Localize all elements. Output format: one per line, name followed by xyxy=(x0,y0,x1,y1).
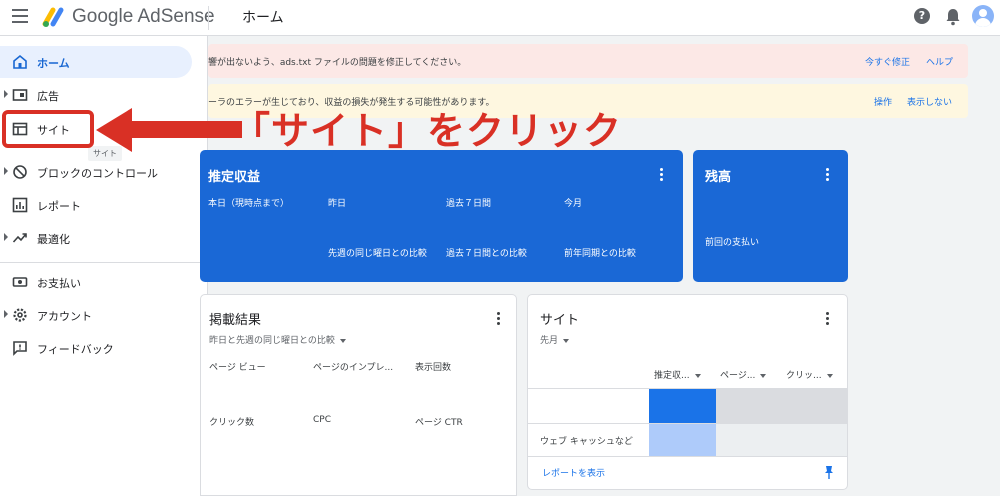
banner-message: 響が出ないよう、ads.txt ファイルの問題を修正してください。 xyxy=(208,58,467,68)
more-options-icon[interactable] xyxy=(497,312,501,326)
dropdown-arrow-icon xyxy=(339,338,346,343)
column-header-label: ページ... xyxy=(720,371,756,381)
notifications-bell-icon[interactable] xyxy=(945,8,961,26)
earnings-col-yesterday: 昨日 xyxy=(328,199,347,209)
expand-caret-icon[interactable] xyxy=(4,310,8,318)
sort-arrow-icon xyxy=(694,373,701,378)
action-link[interactable]: 操作 xyxy=(874,95,892,108)
last-payment-label: 前回の支払い xyxy=(705,238,760,248)
expand-caret-icon[interactable] xyxy=(4,167,8,175)
dropdown-arrow-icon xyxy=(563,338,570,343)
expand-caret-icon[interactable] xyxy=(4,90,8,98)
top-app-bar: Google AdSense ホーム ? xyxy=(0,0,1000,36)
sidebar-item-label: 最適化 xyxy=(37,233,70,246)
page-title: ホーム xyxy=(242,10,284,26)
earnings-compare-yesterday: 先週の同じ曜日との比較 xyxy=(328,249,427,259)
column-header-page[interactable]: ページ... xyxy=(720,368,767,381)
heatmap-cell xyxy=(716,389,847,423)
report-icon xyxy=(12,197,28,213)
fix-now-link[interactable]: 今すぐ修正 xyxy=(865,55,910,68)
row-label-web-cache: ウェブ キャッシュなど xyxy=(540,437,633,447)
metric-page-ctr: ページ CTR xyxy=(415,418,463,428)
help-link[interactable]: ヘルプ xyxy=(926,55,953,68)
header-divider xyxy=(208,6,209,30)
earnings-col-month: 今月 xyxy=(564,199,583,209)
ads-txt-warning-banner: 響が出ないよう、ads.txt ファイルの問題を修正してください。 今すぐ修正 … xyxy=(208,44,968,78)
heatmap-cell xyxy=(716,424,847,456)
metric-page-views: ページ ビュー xyxy=(209,363,266,373)
heatmap-cell xyxy=(649,389,716,423)
sidebar-item-label: 広告 xyxy=(37,90,59,103)
sidebar-divider xyxy=(0,262,208,263)
performance-card: 掲載結果 昨日と先週の同じ曜日との比較 ページ ビュー ページのインプレ... … xyxy=(200,294,517,496)
sidebar-item-home[interactable]: ホーム xyxy=(0,46,192,78)
earnings-compare-7days: 過去７日間との比較 xyxy=(446,249,527,259)
performance-title: 掲載結果 xyxy=(209,313,262,328)
more-options-icon[interactable] xyxy=(660,168,664,182)
sites-card-title: サイト xyxy=(540,313,580,328)
sort-arrow-icon xyxy=(826,373,833,378)
sidebar-item-optimization[interactable]: 最適化 xyxy=(0,222,192,254)
sidebar-item-label: ホーム xyxy=(37,57,70,70)
sidebar-item-payments[interactable]: お支払い xyxy=(0,266,192,298)
callout-arrow-shaft xyxy=(130,121,242,138)
column-header-label: クリッ... xyxy=(786,371,822,381)
sites-card: サイト 先月 推定収... ページ... クリッ... ウェブ キャッシュなど … xyxy=(527,294,848,490)
comparison-period-value: 昨日と先週の同じ曜日との比較 xyxy=(209,336,335,346)
metric-impressions: 表示回数 xyxy=(415,363,452,373)
balance-card: 残高 前回の支払い xyxy=(693,150,848,282)
sidebar-item-ads[interactable]: 広告 xyxy=(0,79,192,111)
column-header-clicks[interactable]: クリッ... xyxy=(786,368,833,381)
account-avatar[interactable] xyxy=(972,5,994,27)
optimize-icon xyxy=(12,233,27,243)
feedback-icon xyxy=(13,341,27,356)
adsense-logo-icon xyxy=(42,7,64,27)
sidebar-item-reports[interactable]: レポート xyxy=(0,189,192,221)
sites-period-value: 先月 xyxy=(540,336,559,346)
column-header-earnings[interactable]: 推定収... xyxy=(654,368,701,381)
sidebar-item-feedback[interactable]: フィードバック xyxy=(0,332,192,364)
earnings-col-7days: 過去７日間 xyxy=(446,199,492,209)
earnings-compare-month: 前年同期との比較 xyxy=(564,249,636,259)
more-options-icon[interactable] xyxy=(826,312,830,326)
dismiss-link[interactable]: 表示しない xyxy=(907,95,952,108)
account-gear-icon xyxy=(13,308,27,322)
home-icon xyxy=(13,54,27,69)
sidebar-item-label: アカウント xyxy=(37,310,92,323)
sidebar-item-account[interactable]: アカウント xyxy=(0,299,192,331)
pin-icon[interactable] xyxy=(824,465,834,479)
more-options-icon[interactable] xyxy=(826,168,830,182)
sidebar-item-label: レポート xyxy=(37,200,81,213)
metric-page-impressions: ページのインプレ... xyxy=(313,363,394,373)
heatmap-cell xyxy=(649,424,716,456)
table-divider xyxy=(528,456,847,457)
balance-title: 残高 xyxy=(705,170,732,185)
metric-cpc: CPC xyxy=(313,415,331,425)
expand-caret-icon[interactable] xyxy=(4,233,8,241)
earnings-col-today: 本日（現時点まで） xyxy=(208,199,290,209)
sidebar-nav: ホーム 広告 サイト ブロックのコントロール レポート 最適化 お支払い アカウ… xyxy=(0,36,208,496)
help-icon[interactable]: ? xyxy=(914,8,930,24)
sites-highlight-frame xyxy=(2,110,94,148)
brand-name: Google AdSense xyxy=(72,6,215,27)
column-header-label: 推定収... xyxy=(654,371,690,381)
block-icon xyxy=(13,165,27,179)
ads-icon xyxy=(12,89,28,101)
menu-icon[interactable] xyxy=(12,9,28,23)
sidebar-item-label: フィードバック xyxy=(37,343,114,356)
sidebar-item-label: ブロックのコントロール xyxy=(37,167,158,180)
sites-period-dropdown[interactable]: 先月 xyxy=(540,333,570,346)
click-sites-callout: 「サイト」をクリック xyxy=(232,109,623,153)
metric-clicks: クリック数 xyxy=(209,418,255,428)
comparison-period-dropdown[interactable]: 昨日と先週の同じ曜日との比較 xyxy=(209,333,346,346)
view-report-link[interactable]: レポートを表示 xyxy=(542,466,605,479)
estimated-earnings-card: 推定収益 本日（現時点まで） 昨日 過去７日間 今月 先週の同じ曜日との比較 過… xyxy=(200,150,683,282)
payments-icon xyxy=(12,277,28,287)
callout-arrow-icon xyxy=(96,108,132,152)
sort-arrow-icon xyxy=(760,373,767,378)
sidebar-item-label: お支払い xyxy=(37,277,81,290)
earnings-title: 推定収益 xyxy=(208,170,261,185)
